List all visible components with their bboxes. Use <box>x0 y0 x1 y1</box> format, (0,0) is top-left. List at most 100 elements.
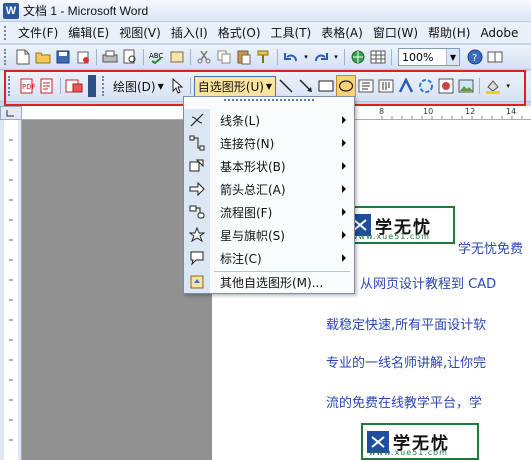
submenu-arrow-icon <box>342 185 346 193</box>
copy-icon[interactable] <box>215 48 233 66</box>
print-icon[interactable] <box>101 48 119 66</box>
menu-edit[interactable]: 编辑(E) <box>63 24 114 41</box>
pdf-review-icon[interactable] <box>65 77 83 95</box>
research-icon[interactable] <box>168 48 186 66</box>
ruler-tick-label: 12 <box>465 107 476 116</box>
diagram-icon[interactable] <box>416 75 436 97</box>
menu-item-lines[interactable]: 线条(L) <box>184 109 354 131</box>
draw-menu-button[interactable]: 绘图(D) ▼ <box>110 75 167 97</box>
fill-color-dropdown-icon[interactable]: ▾ <box>504 77 512 95</box>
menu-view[interactable]: 视图(V) <box>114 24 166 41</box>
redo-dropdown-icon[interactable]: ▾ <box>332 48 340 66</box>
document-text-line: 专业的一线名师讲解,让你完 <box>326 356 487 371</box>
menu-tools[interactable]: 工具(T) <box>266 24 317 41</box>
vertical-ruler[interactable] <box>0 120 22 460</box>
menubar-grip[interactable] <box>4 25 10 40</box>
menu-drag-handle[interactable] <box>224 99 314 107</box>
draw-menu-label: 绘图(D) <box>113 79 156 94</box>
submenu-arrow-icon <box>342 231 346 239</box>
save-icon[interactable] <box>54 48 72 66</box>
menu-adobe[interactable]: Adobe <box>475 26 523 40</box>
fill-color-icon[interactable] <box>483 75 503 97</box>
menu-insert[interactable]: 插入(I) <box>166 24 213 41</box>
menu-item-basic-shapes[interactable]: 基本形状(B) <box>184 155 354 177</box>
svg-text:?: ? <box>472 53 477 64</box>
standard-toolbar: ABC ▾ ▾ 100% ▼ ? <box>0 45 531 70</box>
menu-item-stars-banners[interactable]: 星与旗帜(S) <box>184 224 354 246</box>
toolbar-grip[interactable] <box>102 76 108 96</box>
insert-picture-icon[interactable] <box>456 75 476 97</box>
redo-icon[interactable] <box>312 48 330 66</box>
menu-item-block-arrows[interactable]: 箭头总汇(A) <box>184 178 354 200</box>
pdf-email-icon[interactable] <box>38 77 56 95</box>
toolbar-options-handle[interactable] <box>88 75 96 97</box>
toolbar-separator <box>344 49 345 65</box>
help-icon[interactable]: ? <box>466 48 484 66</box>
tables-borders-icon[interactable] <box>369 48 387 66</box>
logo-url: www.xue51.com <box>351 232 430 241</box>
toolbar-separator <box>60 78 61 94</box>
logo-image[interactable]: 学无忧 www.xue51.com <box>361 423 479 460</box>
menu-item-label: 星与旗帜(S) <box>220 228 285 243</box>
ruler-corner[interactable] <box>0 106 22 120</box>
word-app-icon[interactable]: W <box>3 2 19 19</box>
undo-dropdown-icon[interactable]: ▾ <box>302 48 310 66</box>
submenu-arrow-icon <box>342 116 346 124</box>
menu-item-label: 连接符(N) <box>220 136 275 151</box>
menu-item-flowchart[interactable]: 流程图(F) <box>184 201 354 223</box>
ruler-tick-label: 8 <box>379 107 385 116</box>
vertical-text-box-icon[interactable] <box>376 75 396 97</box>
menu-item-more-autoshapes[interactable]: 其他自选图形(M)... <box>184 271 354 293</box>
menu-item-connectors[interactable]: 连接符(N) <box>184 132 354 154</box>
spelling-icon[interactable]: ABC <box>148 48 166 66</box>
submenu-arrow-icon <box>342 139 346 147</box>
autoshapes-menu-button[interactable]: 自选图形(U) ▼ <box>193 75 277 97</box>
chevron-down-icon: ▼ <box>265 81 273 91</box>
autoshapes-menu-label: 自选图形(U) <box>197 79 264 94</box>
paste-icon[interactable] <box>235 48 253 66</box>
block-arrows-icon <box>184 178 210 200</box>
stars-banners-icon <box>184 224 210 246</box>
logo-image[interactable]: 学无忧 www.xue51.com <box>343 206 455 244</box>
toolbar-separator <box>96 49 97 65</box>
svg-text:PDF: PDF <box>22 83 35 91</box>
menu-item-label: 线条(L) <box>220 113 261 128</box>
undo-icon[interactable] <box>282 48 300 66</box>
select-objects-icon[interactable] <box>168 77 186 95</box>
rectangle-tool-icon[interactable] <box>316 75 336 97</box>
more-autoshapes-icon <box>184 271 210 293</box>
arrow-tool-icon[interactable] <box>296 75 316 97</box>
toolbar-separator <box>277 49 278 65</box>
toolbar-separator <box>189 78 191 94</box>
toolbar-grip[interactable] <box>8 76 14 96</box>
format-painter-icon[interactable] <box>255 48 273 66</box>
toolbar-separator <box>479 78 481 94</box>
oval-tool-icon[interactable] <box>336 75 357 97</box>
text-box-icon[interactable] <box>356 75 376 97</box>
menu-format[interactable]: 格式(O) <box>213 24 266 41</box>
menu-table[interactable]: 表格(A) <box>316 24 368 41</box>
hyperlink-icon[interactable] <box>349 48 367 66</box>
wordart-icon[interactable] <box>396 75 416 97</box>
convert-to-pdf-icon[interactable]: PDF <box>18 77 36 95</box>
menu-help[interactable]: 帮助(H) <box>423 24 475 41</box>
menu-window[interactable]: 窗口(W) <box>368 24 423 41</box>
new-document-icon[interactable] <box>14 48 32 66</box>
reading-mode-icon[interactable] <box>486 48 504 66</box>
toolbar-separator <box>143 49 144 65</box>
clip-art-icon[interactable] <box>436 75 456 97</box>
print-preview-icon[interactable] <box>121 48 139 66</box>
menu-item-label: 标注(C) <box>220 251 262 266</box>
connectors-icon <box>184 132 210 154</box>
line-tool-icon[interactable] <box>276 75 296 97</box>
toolbar-grip[interactable] <box>4 49 10 65</box>
zoom-dropdown-icon[interactable]: ▼ <box>446 49 459 65</box>
menu-item-callouts[interactable]: 标注(C) <box>184 247 354 269</box>
permission-icon[interactable] <box>74 48 92 66</box>
document-text-line: 流的免费在线教学平台，学 <box>326 396 483 411</box>
open-folder-icon[interactable] <box>34 48 52 66</box>
document-text-line: 载稳定快速,所有平面设计软 <box>326 318 487 333</box>
menu-file[interactable]: 文件(F) <box>13 24 63 41</box>
cut-icon[interactable] <box>195 48 213 66</box>
zoom-select[interactable]: 100% ▼ <box>398 48 460 66</box>
